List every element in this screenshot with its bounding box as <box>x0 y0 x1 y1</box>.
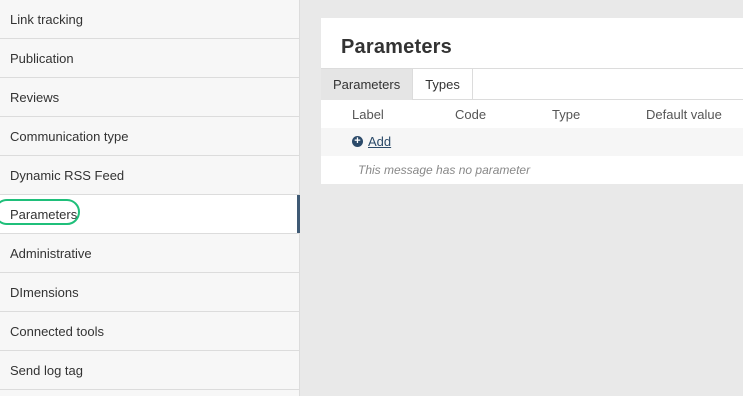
sidebar-item-reviews[interactable]: Reviews <box>0 78 299 117</box>
page-title: Parameters <box>341 36 452 58</box>
tab-types[interactable]: Types <box>413 69 473 100</box>
sidebar-item-label: Connected tools <box>10 323 104 339</box>
sidebar-item-label: Dynamic RSS Feed <box>10 167 125 183</box>
sidebar-item-publication[interactable]: Publication <box>0 39 299 78</box>
sidebar-item-communication-type[interactable]: Communication type <box>0 117 299 156</box>
column-header-label: Label <box>352 107 384 122</box>
add-label: Add <box>368 134 392 149</box>
sidebar: Link tracking Publication Reviews Commun… <box>0 0 300 396</box>
empty-message: This message has no parameter <box>358 163 531 177</box>
tab-bar: Parameters Types <box>321 68 743 100</box>
sidebar-item-dynamic-rss-feed[interactable]: Dynamic RSS Feed <box>0 156 299 195</box>
sidebar-item-label: Publication <box>10 50 74 66</box>
column-header-type: Type <box>552 107 581 122</box>
add-row: + Add <box>321 128 743 156</box>
table-header: Label Code Type Default value <box>321 100 743 128</box>
sidebar-item-parameters[interactable]: Parameters <box>0 195 300 234</box>
sidebar-item-administrative[interactable]: Administrative <box>0 234 299 273</box>
sidebar-item-label: DImensions <box>10 284 79 300</box>
sidebar-item-label: Link tracking <box>10 11 83 27</box>
sidebar-item-label: Administrative <box>10 245 92 261</box>
add-parameter-link[interactable]: + Add <box>352 134 391 149</box>
sidebar-item-link-tracking[interactable]: Link tracking <box>0 0 299 39</box>
column-header-default-value: Default value <box>646 107 722 122</box>
parameters-panel: Parameters Parameters Types Label Code T… <box>321 18 743 184</box>
sidebar-item-send-log-tag[interactable]: Send log tag <box>0 351 299 390</box>
plus-circle-icon: + <box>352 136 363 147</box>
sidebar-item-label: Send log tag <box>10 362 84 378</box>
tab-parameters[interactable]: Parameters <box>321 69 414 100</box>
column-header-code: Code <box>455 107 487 122</box>
sidebar-item-label: Reviews <box>10 89 60 105</box>
sidebar-item-label: Communication type <box>10 128 129 144</box>
sidebar-item-connected-tools[interactable]: Connected tools <box>0 312 299 351</box>
sidebar-item-dimensions[interactable]: DImensions <box>0 273 299 312</box>
sidebar-item-label: Parameters <box>10 206 78 222</box>
